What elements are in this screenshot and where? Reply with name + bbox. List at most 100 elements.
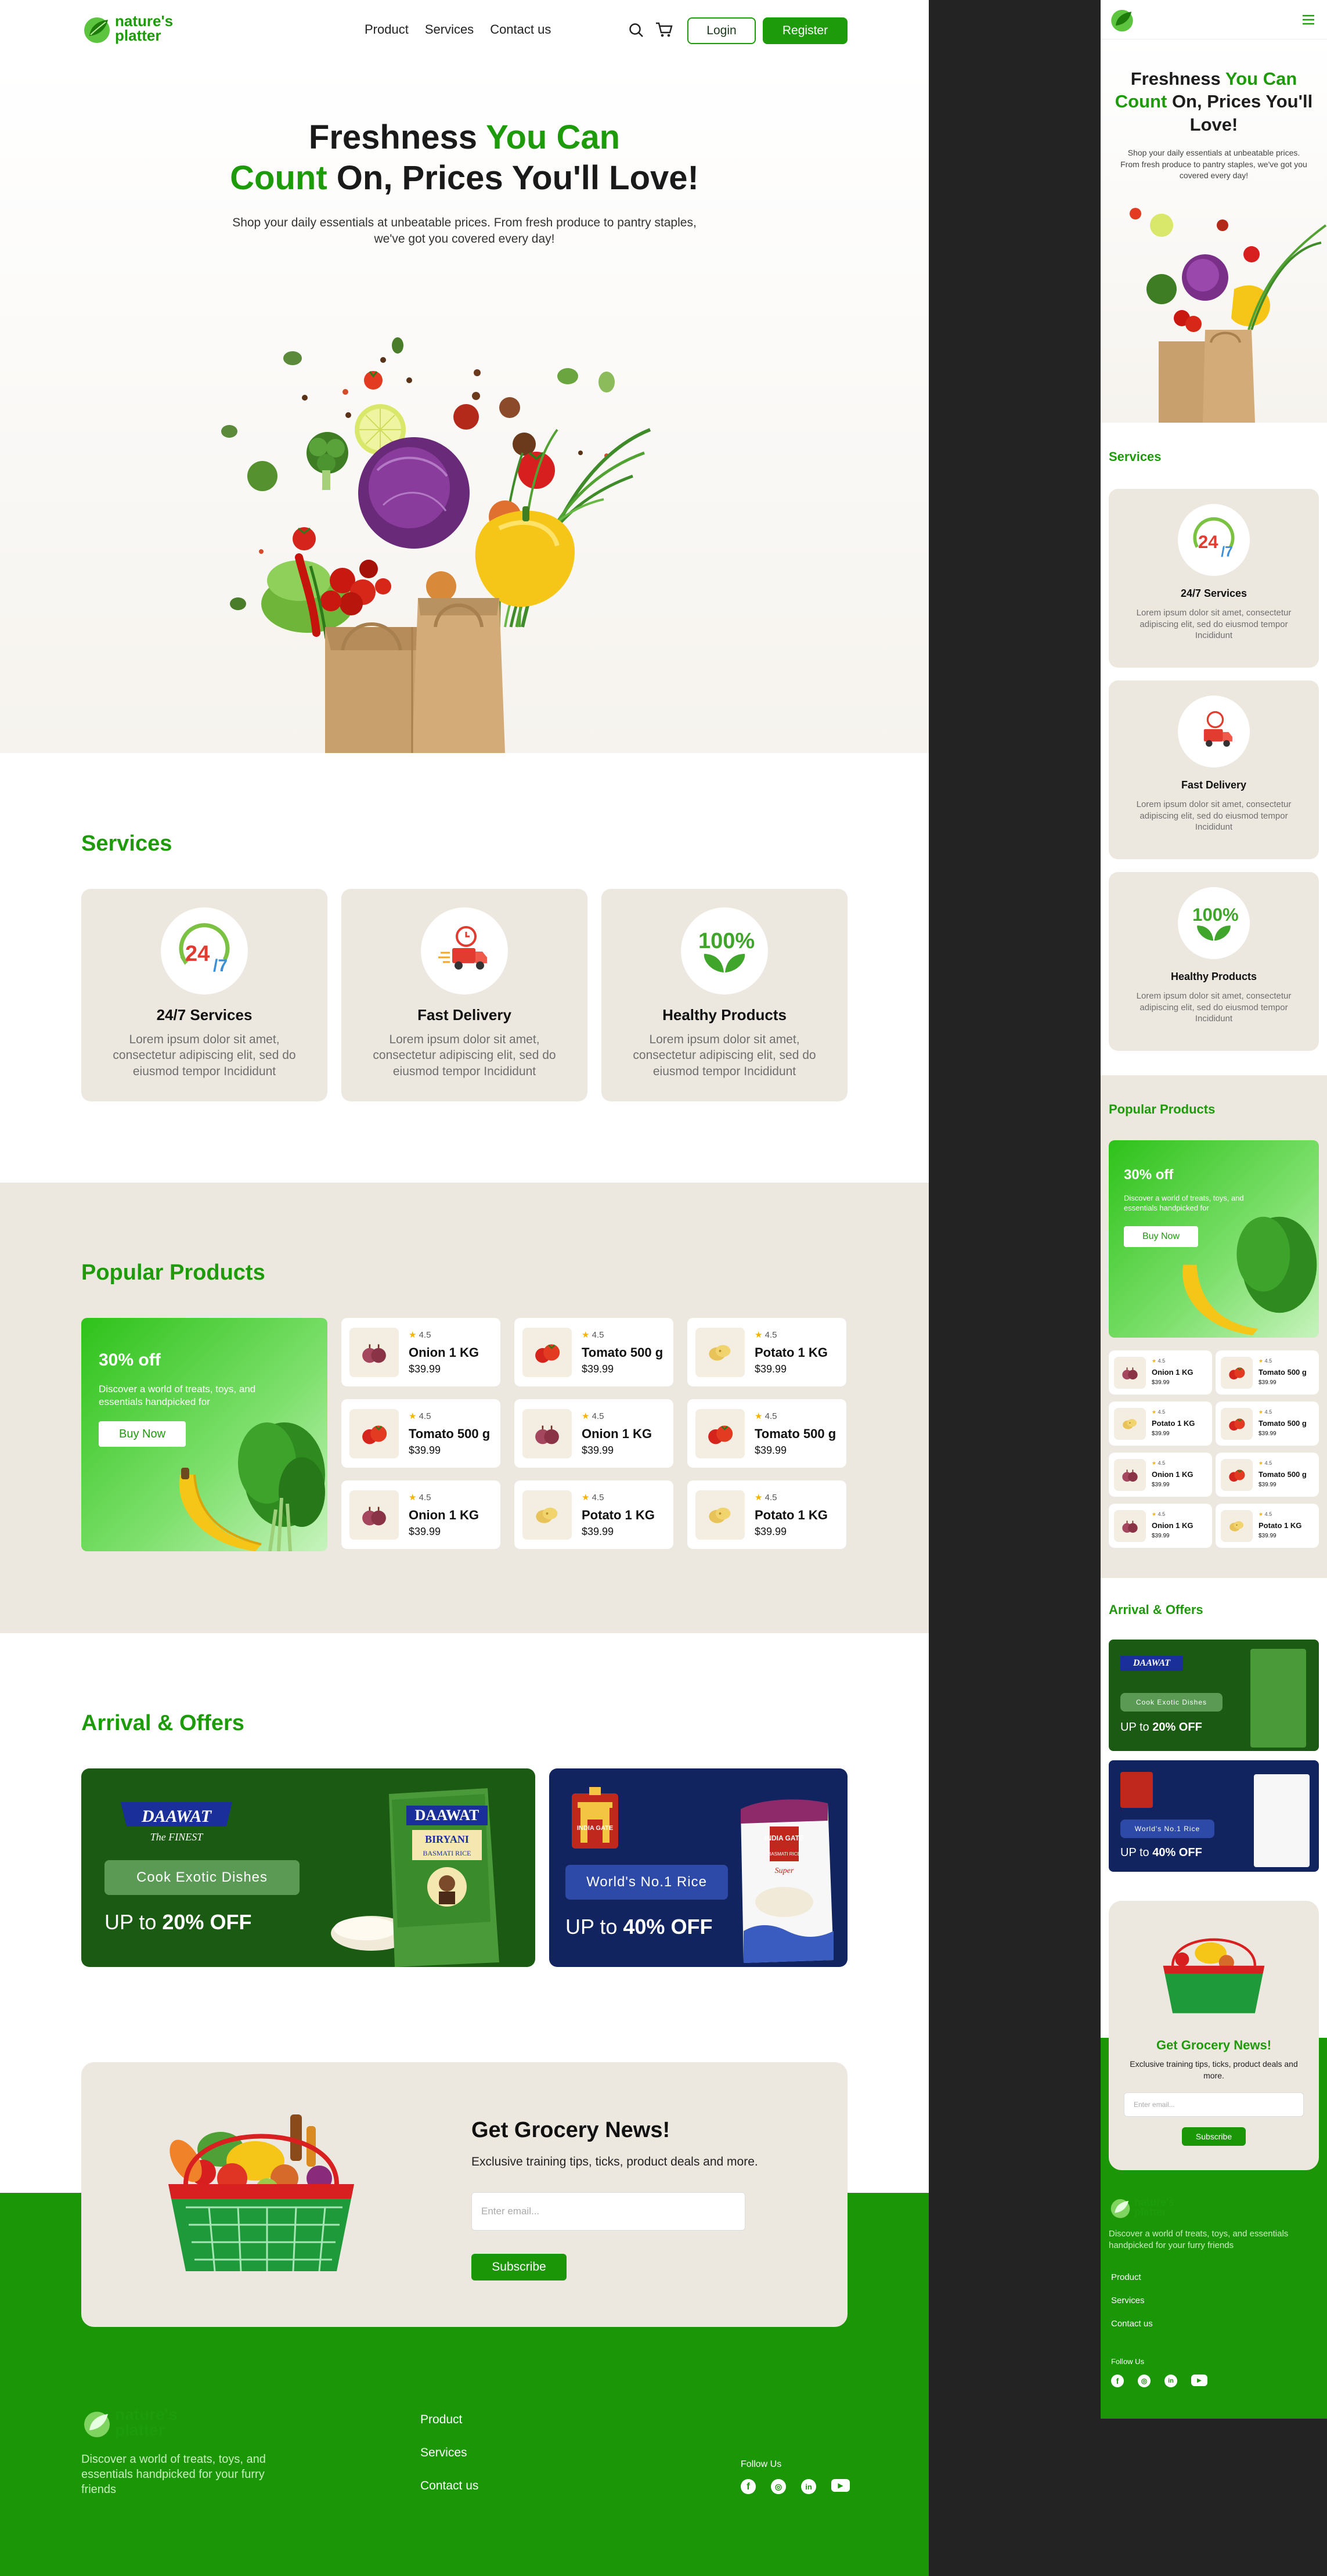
search-icon[interactable] xyxy=(628,22,644,38)
youtube-icon[interactable]: ▶ xyxy=(1191,2375,1207,2386)
footer-desc: Discover a world of treats, toys, and es… xyxy=(81,2453,266,2496)
24-7-icon: 24/7 xyxy=(1178,504,1250,576)
footer-logo[interactable]: nature's platter xyxy=(81,2405,178,2438)
service-desc: Lorem ipsum dolor sit amet, consectetur … xyxy=(1136,991,1292,1024)
linkedin-icon[interactable]: in xyxy=(801,2479,816,2494)
footer-link-product[interactable]: Product xyxy=(1111,2272,1141,2282)
product-card[interactable]: ★ 4.5 Potato 1 KG $39.99 xyxy=(1216,1504,1319,1548)
popular-products-title: Popular Products xyxy=(81,1260,265,1285)
offer-card-daawat[interactable]: DAAWAT Cook Exotic Dishes UP to 20% OFF xyxy=(1109,1640,1319,1751)
product-card[interactable]: ★ 4.5 Onion 1 KG $39.99 xyxy=(341,1480,500,1549)
product-card[interactable]: ★ 4.5 Tomato 500 g $39.99 xyxy=(1216,1350,1319,1395)
offers-title: Arrival & Offers xyxy=(81,1711,244,1735)
nav-links: Product Services Contact us xyxy=(365,22,551,37)
svg-text:100%: 100% xyxy=(698,929,755,953)
brand-line1: nature's xyxy=(115,2405,178,2424)
offer-card-india-gate[interactable]: World's No.1 Rice UP to 40% OFF xyxy=(1109,1760,1319,1872)
leaf-logo-icon xyxy=(1110,2199,1130,2218)
svg-text:/7: /7 xyxy=(213,956,228,975)
desktop-view: nature's platter Product Services Contac… xyxy=(0,0,929,2576)
subscribe-button[interactable]: Subscribe xyxy=(471,2254,567,2280)
instagram-icon[interactable]: ◎ xyxy=(771,2479,786,2494)
instagram-icon[interactable]: ◎ xyxy=(1138,2375,1151,2387)
svg-text:24: 24 xyxy=(185,942,210,966)
facebook-icon[interactable]: f xyxy=(741,2479,756,2494)
product-card[interactable]: ★ 4.5 Potato 1 KG $39.99 xyxy=(514,1480,673,1549)
product-card[interactable]: ★ 4.5 Onion 1 KG $39.99 xyxy=(1109,1504,1212,1548)
footer-link-product[interactable]: Product xyxy=(420,2413,462,2427)
hero-title: Freshness You Can Count On, Prices You'll… xyxy=(1115,69,1313,135)
product-price: $39.99 xyxy=(755,1363,787,1375)
footer-link-contact[interactable]: Contact us xyxy=(1111,2319,1153,2329)
login-button[interactable]: Login xyxy=(687,17,756,44)
india-gate-logo xyxy=(1120,1772,1153,1808)
product-rating: ★ 4.5 xyxy=(409,1493,431,1503)
product-card[interactable]: ★ 4.5 Tomato 500 g $39.99 xyxy=(687,1399,846,1468)
product-card[interactable]: ★ 4.5 Onion 1 KG $39.99 xyxy=(1109,1453,1212,1497)
product-card[interactable]: ★ 4.5 Tomato 500 g $39.99 xyxy=(1216,1402,1319,1446)
product-card[interactable]: ★ 4.5 Potato 1 KG $39.99 xyxy=(687,1318,846,1386)
service-card-healthy-products[interactable]: 100% Healthy Products Lorem ipsum dolor si… xyxy=(1109,872,1319,1051)
star-icon: ★ xyxy=(582,1411,590,1421)
popular-products-title: Popular Products xyxy=(1109,1102,1216,1116)
linkedin-icon[interactable]: in xyxy=(1164,2375,1177,2387)
product-card[interactable]: ★ 4.5 Tomato 500 g $39.99 xyxy=(514,1318,673,1386)
svg-text:BIRYANI: BIRYANI xyxy=(425,1833,469,1845)
offer-card-india-gate[interactable]: INDIA GATE World's No.1 Rice UP to 40% O… xyxy=(549,1768,848,1967)
product-name: Potato 1 KG xyxy=(755,1345,828,1360)
service-card-healthy-products[interactable]: 100% Healthy Products Lorem ipsum dolor … xyxy=(601,889,848,1101)
product-card[interactable]: ★ 4.5 Potato 1 KG $39.99 xyxy=(687,1480,846,1549)
promo-percent: 30% off xyxy=(1124,1167,1174,1183)
service-card-24-7[interactable]: 24 /7 24/7 Services Lorem ipsum dolor si… xyxy=(81,889,327,1101)
product-rating: ★ 4.5 xyxy=(409,1411,431,1421)
product-price: $39.99 xyxy=(755,1526,787,1537)
product-name: Tomato 500 g xyxy=(582,1345,664,1360)
nav-product[interactable]: Product xyxy=(365,22,409,37)
star-icon: ★ xyxy=(1259,1409,1264,1415)
product-name: Tomato 500 g xyxy=(1259,1470,1307,1479)
product-card[interactable]: ★ 4.5 Potato 1 KG $39.99 xyxy=(1109,1402,1212,1446)
india-gate-rice-pack-image: INDIA GATE BASMATI RICE Super xyxy=(741,1799,834,1963)
menu-icon[interactable] xyxy=(1301,14,1315,26)
footer-logo[interactable]: nature's platter xyxy=(1109,2196,1174,2219)
24-7-icon: 24 /7 xyxy=(161,907,248,995)
nav-services[interactable]: Services xyxy=(425,22,474,37)
grocery-bag-illustration xyxy=(1130,208,1327,423)
hero-section: Freshness You Can Count On, Prices You'l… xyxy=(0,64,929,753)
footer-link-services[interactable]: Services xyxy=(420,2446,467,2460)
hero-title-part1: Freshness xyxy=(308,118,486,156)
email-input[interactable]: Enter email... xyxy=(471,2192,745,2231)
brand-line2: platter xyxy=(115,27,161,44)
brand-logo[interactable]: nature's platter xyxy=(81,13,173,44)
newsletter-title: Get Grocery News! xyxy=(471,2118,670,2142)
subscribe-button[interactable]: Subscribe xyxy=(1182,2127,1246,2146)
daawat-rice-pack-image: DAAWAT BIRYANI BASMATI RICE xyxy=(331,1788,499,1967)
offer-card-daawat[interactable]: DAAWAT The FINEST Cook Exotic Dishes UP … xyxy=(81,1768,535,1967)
youtube-icon[interactable]: ▶ xyxy=(831,2479,850,2492)
product-card[interactable]: ★ 4.5 Tomato 500 g $39.99 xyxy=(341,1399,500,1468)
product-name: Onion 1 KG xyxy=(1152,1470,1193,1479)
product-price: $39.99 xyxy=(755,1444,787,1456)
cart-icon[interactable] xyxy=(655,21,673,38)
svg-text:100%: 100% xyxy=(1192,905,1239,925)
newsletter-subtitle: Exclusive training tips, ticks, product … xyxy=(1130,2059,1298,2080)
service-card-24-7[interactable]: 24/7 24/7 Services Lorem ipsum dolor sit a… xyxy=(1109,489,1319,668)
service-card-fast-delivery[interactable]: Fast Delivery Lorem ipsum dolor sit amet… xyxy=(341,889,587,1101)
product-card[interactable]: ★ 4.5 Onion 1 KG $39.99 xyxy=(514,1399,673,1468)
product-card[interactable]: ★ 4.5 Tomato 500 g $39.99 xyxy=(1216,1453,1319,1497)
email-input[interactable]: Enter email... xyxy=(1124,2092,1304,2117)
facebook-icon[interactable]: f xyxy=(1111,2375,1124,2387)
register-button[interactable]: Register xyxy=(763,17,848,44)
product-card[interactable]: ★ 4.5 Onion 1 KG $39.99 xyxy=(341,1318,500,1386)
india-gate-rice-pack-image xyxy=(1254,1774,1310,1867)
product-image xyxy=(349,1490,399,1540)
nav-contact[interactable]: Contact us xyxy=(490,22,551,37)
offer-tag: World's No.1 Rice xyxy=(1120,1820,1214,1838)
footer-link-contact[interactable]: Contact us xyxy=(420,2479,478,2493)
product-image xyxy=(522,1328,572,1377)
star-icon: ★ xyxy=(582,1330,590,1340)
service-card-fast-delivery[interactable]: Fast Delivery Lorem ipsum dolor sit amet,… xyxy=(1109,680,1319,859)
leaf-logo-icon[interactable] xyxy=(1109,6,1135,33)
footer-link-services[interactable]: Services xyxy=(1111,2296,1145,2305)
product-card[interactable]: ★ 4.5 Onion 1 KG $39.99 xyxy=(1109,1350,1212,1395)
